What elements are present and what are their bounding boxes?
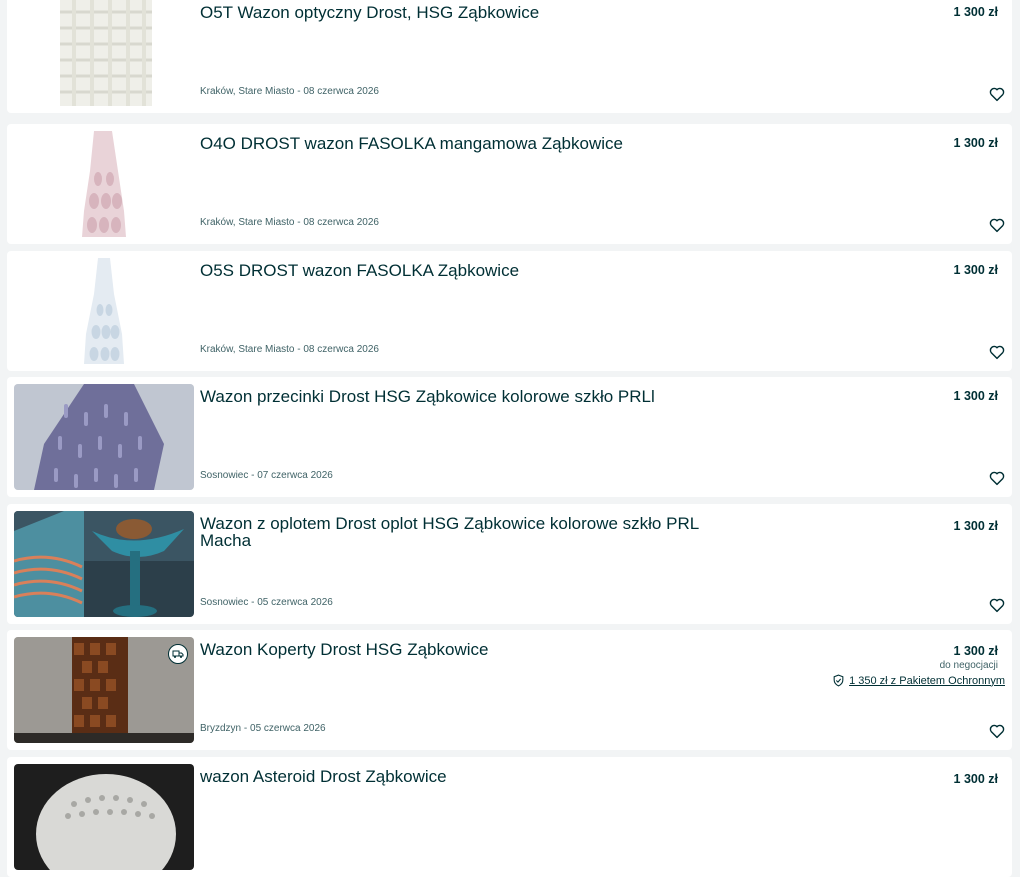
shield-check-icon [833,674,844,687]
heart-icon[interactable] [988,722,1006,740]
listing-title[interactable]: O5T Wazon optyczny Drost, HSG Ząbkowice [200,4,700,21]
listing-card[interactable]: Wazon Koperty Drost HSG Ząbkowice Bryzdz… [7,630,1012,750]
listing-card[interactable]: Wazon przecinki Drost HSG Ząbkowice kolo… [7,377,1012,497]
listing-card[interactable]: O4O DROST wazon FASOLKA mangamowa Ząbkow… [7,124,1012,244]
listing-thumbnail[interactable] [14,764,194,870]
protection-package-link[interactable]: 1 350 zł z Pakietem Ochronnym [849,675,1005,687]
protection-package[interactable]: 1 350 zł z Pakietem Ochronnym [832,674,1005,687]
listing-price: 1 300 zł [953,519,998,533]
heart-icon[interactable] [988,85,1006,103]
listing-thumbnail[interactable] [14,511,194,617]
listing-thumbnail[interactable] [14,637,194,743]
listing-card[interactable]: O5S DROST wazon FASOLKA Ząbkowice Kraków… [7,251,1012,371]
listing-location-date: Kraków, Stare Miasto - 08 czerwca 2026 [200,86,379,97]
listing-title[interactable]: O4O DROST wazon FASOLKA mangamowa Ząbkow… [200,135,700,152]
listing-thumbnail[interactable] [14,384,194,490]
heart-icon[interactable] [988,216,1006,234]
listing-thumbnail[interactable] [14,131,194,237]
listing-price: 1 300 zł [953,136,998,150]
negotiable-label: do negocjacji [939,660,998,671]
listing-title[interactable]: Wazon Koperty Drost HSG Ząbkowice [200,641,700,658]
listing-location-date: Sosnowiec - 05 czerwca 2026 [200,597,333,608]
listing-location-date: Sosnowiec - 07 czerwca 2026 [200,470,333,481]
listing-card[interactable]: Wazon z oplotem Drost oplot HSG Ząbkowic… [7,504,1012,624]
listing-location-date: Kraków, Stare Miasto - 08 czerwca 2026 [200,344,379,355]
listing-location-date: Bryzdzyn - 05 czerwca 2026 [200,723,326,734]
heart-icon[interactable] [988,343,1006,361]
listing-card[interactable]: wazon Asteroid Drost Ząbkowice 1 300 zł [7,757,1012,877]
listing-thumbnail[interactable] [14,258,194,364]
listing-title[interactable]: Wazon przecinki Drost HSG Ząbkowice kolo… [200,388,700,405]
truck-icon [168,644,188,664]
heart-icon[interactable] [988,469,1006,487]
listing-location-date: Kraków, Stare Miasto - 08 czerwca 2026 [200,217,379,228]
listing-title[interactable]: Wazon z oplotem Drost oplot HSG Ząbkowic… [200,515,700,549]
listing-price: 1 300 zł [953,263,998,277]
listing-price: 1 300 zł [953,772,998,786]
listing-price: 1 300 zł [953,5,998,19]
heart-icon[interactable] [988,596,1006,614]
listing-price: 1 300 zł [953,644,998,658]
listing-price: 1 300 zł [953,389,998,403]
listing-title[interactable]: O5S DROST wazon FASOLKA Ząbkowice [200,262,700,279]
listing-title[interactable]: wazon Asteroid Drost Ząbkowice [200,768,700,785]
listing-thumbnail[interactable] [14,0,194,106]
listing-card[interactable]: O5T Wazon optyczny Drost, HSG Ząbkowice … [7,0,1012,113]
